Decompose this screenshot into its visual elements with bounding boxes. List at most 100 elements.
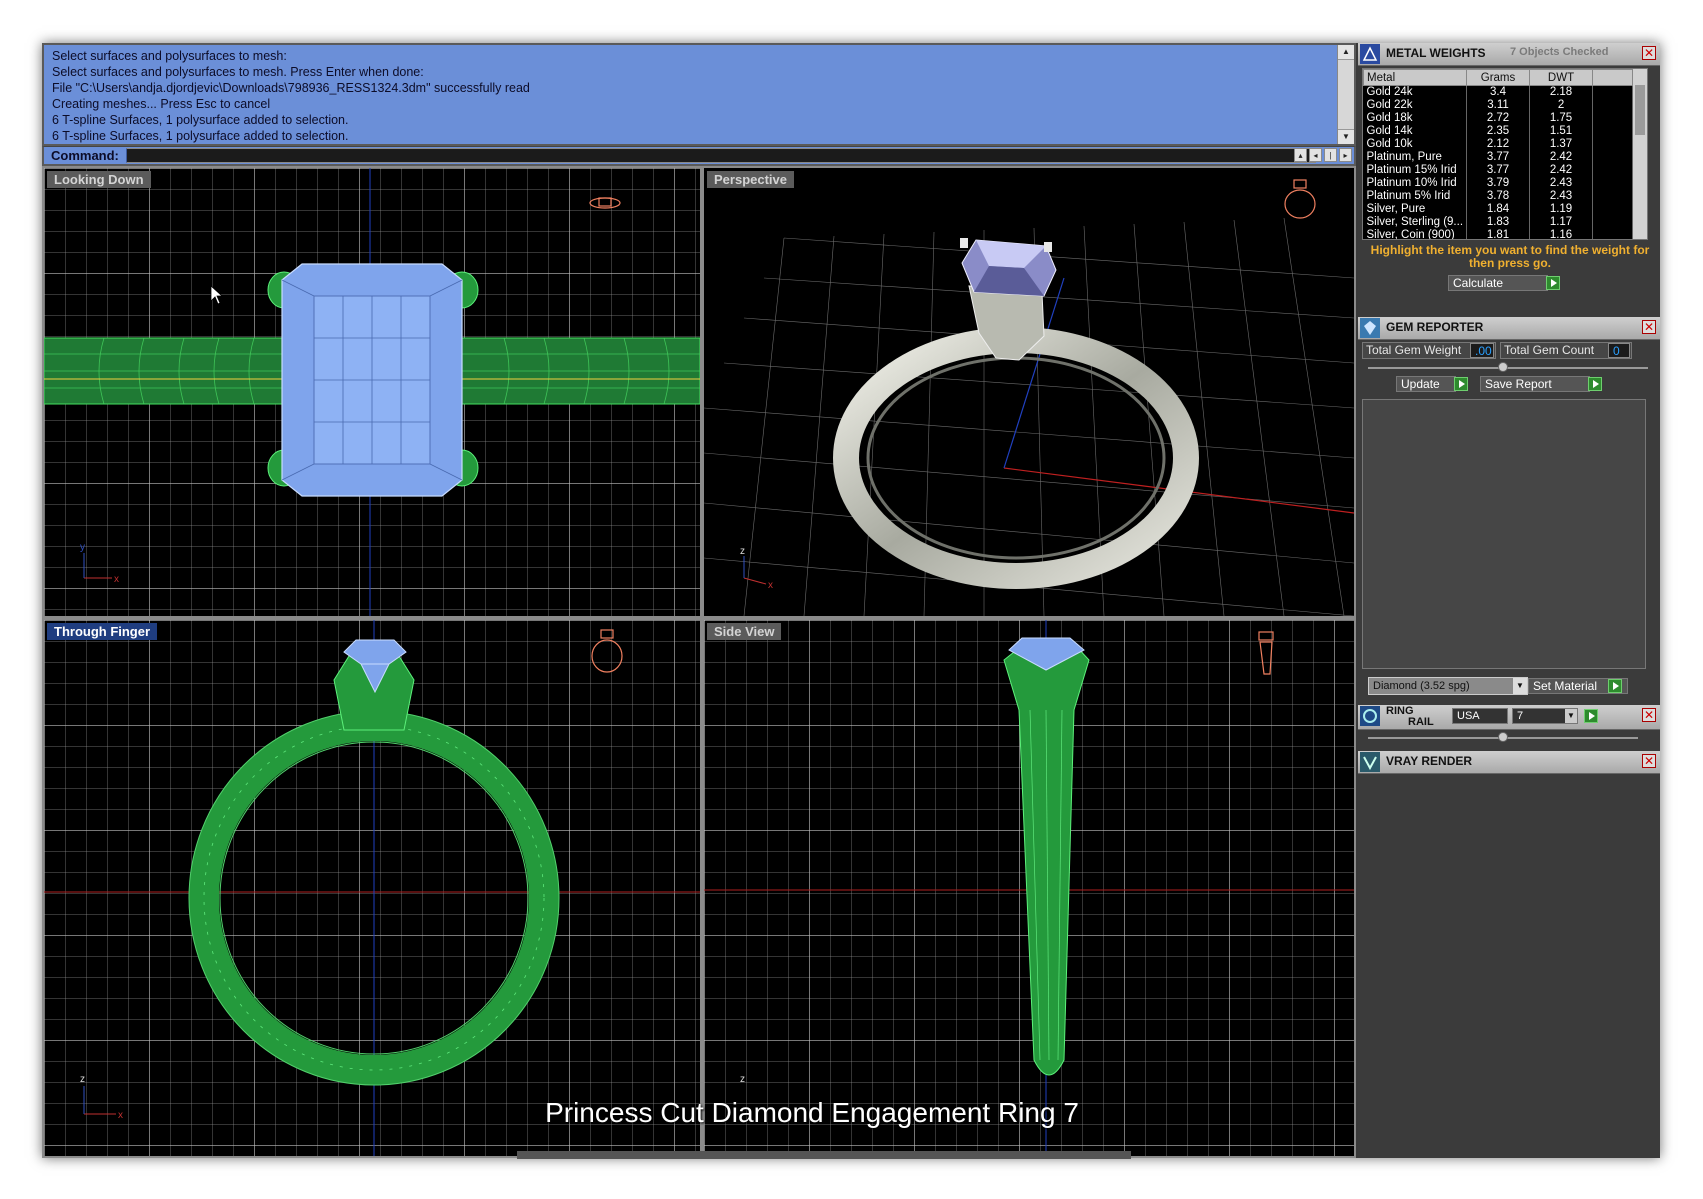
ring-size-system[interactable]: USA (1452, 708, 1508, 724)
total-gem-weight-field[interactable]: .00 (1470, 343, 1494, 358)
dwt-cell: 1.17 (1529, 216, 1594, 229)
viewport-title[interactable]: Looking Down (47, 171, 151, 188)
chevron-down-icon[interactable]: ▼ (1513, 678, 1527, 694)
table-row[interactable]: Platinum 10% Irid 3.79 2.43 (1363, 177, 1633, 190)
grams-cell: 2.35 (1466, 125, 1531, 138)
table-scrollbar[interactable] (1633, 69, 1647, 239)
metal-name-cell: Silver, Pure (1363, 203, 1468, 216)
metal-name-cell: Silver, Coin (900) (1363, 229, 1468, 239)
material-select[interactable]: Diamond (3.52 spg) ▼ (1368, 677, 1528, 695)
dwt-cell: 1.51 (1529, 125, 1594, 138)
ring-rail-go-icon[interactable] (1584, 709, 1598, 723)
viewport-looking-down[interactable]: Looking Down x y (42, 166, 702, 618)
empty-cell (1592, 190, 1633, 203)
empty-cell (1592, 216, 1633, 229)
viewport-title[interactable]: Side View (707, 623, 782, 640)
grams-cell: 1.84 (1466, 203, 1531, 216)
gem-slider-knob[interactable] (1498, 362, 1508, 372)
material-select-value: Diamond (3.52 spg) (1373, 680, 1470, 692)
close-icon[interactable]: ✕ (1642, 708, 1656, 722)
close-icon[interactable]: ✕ (1642, 754, 1656, 768)
viewport-title[interactable]: Perspective (707, 171, 794, 188)
table-row[interactable]: Gold 14k 2.35 1.51 (1363, 125, 1633, 138)
spin-up-icon[interactable]: ▴ (1294, 148, 1307, 162)
grams-cell: 1.81 (1466, 229, 1531, 239)
scroll-up-icon[interactable]: ▲ (1338, 45, 1354, 60)
metal-weights-icon (1360, 44, 1380, 64)
panel-title: VRAY RENDER (1386, 754, 1473, 768)
empty-cell (1592, 177, 1633, 190)
metal-name-cell: Platinum, Pure (1363, 151, 1468, 164)
table-row[interactable]: Platinum 5% Irid 3.78 2.43 (1363, 190, 1633, 203)
column-header[interactable]: DWT (1529, 69, 1594, 86)
ring-rail-slider-knob[interactable] (1498, 732, 1508, 742)
scroll-right-icon[interactable]: ▸ (1339, 148, 1352, 162)
set-material-go-icon[interactable] (1608, 679, 1622, 693)
gem-report-area (1362, 399, 1646, 669)
grams-cell: 3.78 (1466, 190, 1531, 203)
axis-x-label: x (114, 574, 119, 585)
axis-z-label: z (740, 1074, 745, 1085)
scroll-mid-icon[interactable]: | (1324, 148, 1337, 162)
command-input[interactable] (126, 148, 1316, 163)
update-go-icon[interactable] (1454, 377, 1468, 391)
history-line: Select surfaces and polysurfaces to mesh… (52, 49, 287, 63)
chevron-down-icon[interactable]: ▼ (1565, 709, 1577, 723)
column-header[interactable]: Metal (1363, 69, 1468, 86)
close-icon[interactable]: ✕ (1642, 46, 1656, 60)
metal-name-cell: Platinum 5% Irid (1363, 190, 1468, 203)
ring-rail-header: RING RAIL USA 7 ▼ ✕ (1358, 705, 1660, 730)
update-button[interactable]: Update (1396, 376, 1456, 392)
ring-rail-title-line2: RAIL (1408, 716, 1434, 728)
table-row[interactable]: Gold 10k 2.12 1.37 (1363, 138, 1633, 151)
total-gem-count-field[interactable]: 0 (1608, 343, 1630, 358)
rhino-matrix-window: Select surfaces and polysurfaces to mesh… (42, 43, 1660, 1159)
metal-name-cell: Platinum 10% Irid (1363, 177, 1468, 190)
vray-render-icon (1360, 752, 1380, 772)
viewport-perspective[interactable]: Perspective x z (702, 166, 1356, 618)
gem-reporter-icon (1360, 318, 1380, 338)
vray-render-header: VRAY RENDER ✕ (1358, 751, 1660, 774)
table-row[interactable]: Platinum, Pure 3.77 2.42 (1363, 151, 1633, 164)
dwt-cell: 1.37 (1529, 138, 1594, 151)
table-row[interactable]: Gold 24k 3.4 2.18 (1363, 85, 1633, 99)
dwt-cell: 2 (1529, 99, 1594, 112)
grams-cell: 3.77 (1466, 164, 1531, 177)
table-row[interactable]: Gold 18k 2.72 1.75 (1363, 112, 1633, 125)
history-line: Creating meshes... Press Esc to cancel (52, 97, 271, 111)
empty-cell (1592, 85, 1633, 99)
calculate-button[interactable]: Calculate (1448, 275, 1548, 291)
viewport-title[interactable]: Through Finger (47, 623, 158, 640)
matrix-side-panel: METAL WEIGHTS 7 Objects Checked ✕ Metal … (1358, 43, 1660, 1158)
grams-cell: 3.79 (1466, 177, 1531, 190)
grams-cell: 3.4 (1466, 85, 1531, 99)
axis-x-label: x (768, 580, 773, 591)
empty-cell (1592, 203, 1633, 216)
scroll-down-icon[interactable]: ▼ (1338, 129, 1354, 144)
table-row[interactable]: Platinum 15% Irid 3.77 2.42 (1363, 164, 1633, 177)
table-row[interactable]: Silver, Sterling (9... 1.83 1.17 (1363, 216, 1633, 229)
metal-name-cell: Gold 18k (1363, 112, 1468, 125)
scroll-left-icon[interactable]: ◂ (1309, 148, 1322, 162)
save-report-button[interactable]: Save Report (1480, 376, 1590, 392)
metal-weights-header: METAL WEIGHTS 7 Objects Checked ✕ (1358, 43, 1660, 66)
ring-size-select[interactable]: 7 ▼ (1512, 708, 1578, 724)
table-row[interactable]: Silver, Pure 1.84 1.19 (1363, 203, 1633, 216)
table-row[interactable]: Silver, Coin (900) 1.81 1.16 (1363, 229, 1633, 239)
close-icon[interactable]: ✕ (1642, 320, 1656, 334)
history-line: File "C:\Users\andja.djordjevic\Download… (52, 81, 530, 95)
empty-cell (1592, 138, 1633, 151)
history-scrollbar[interactable]: ▲ ▼ (1337, 45, 1354, 144)
table-row[interactable]: Gold 22k 3.11 2 (1363, 99, 1633, 112)
calculate-go-icon[interactable] (1546, 276, 1560, 290)
viewport-through-finger[interactable]: Through Finger x z (42, 618, 702, 1158)
empty-cell (1592, 99, 1633, 112)
grams-cell: 1.83 (1466, 216, 1531, 229)
column-header[interactable]: Grams (1466, 69, 1531, 86)
save-report-go-icon[interactable] (1588, 377, 1602, 391)
empty-cell (1592, 151, 1633, 164)
axis-z-label: z (740, 546, 745, 557)
dwt-cell: 2.43 (1529, 177, 1594, 190)
viewport-side-view[interactable]: Side View z (702, 618, 1356, 1158)
metal-name-cell: Silver, Sterling (9... (1363, 216, 1468, 229)
